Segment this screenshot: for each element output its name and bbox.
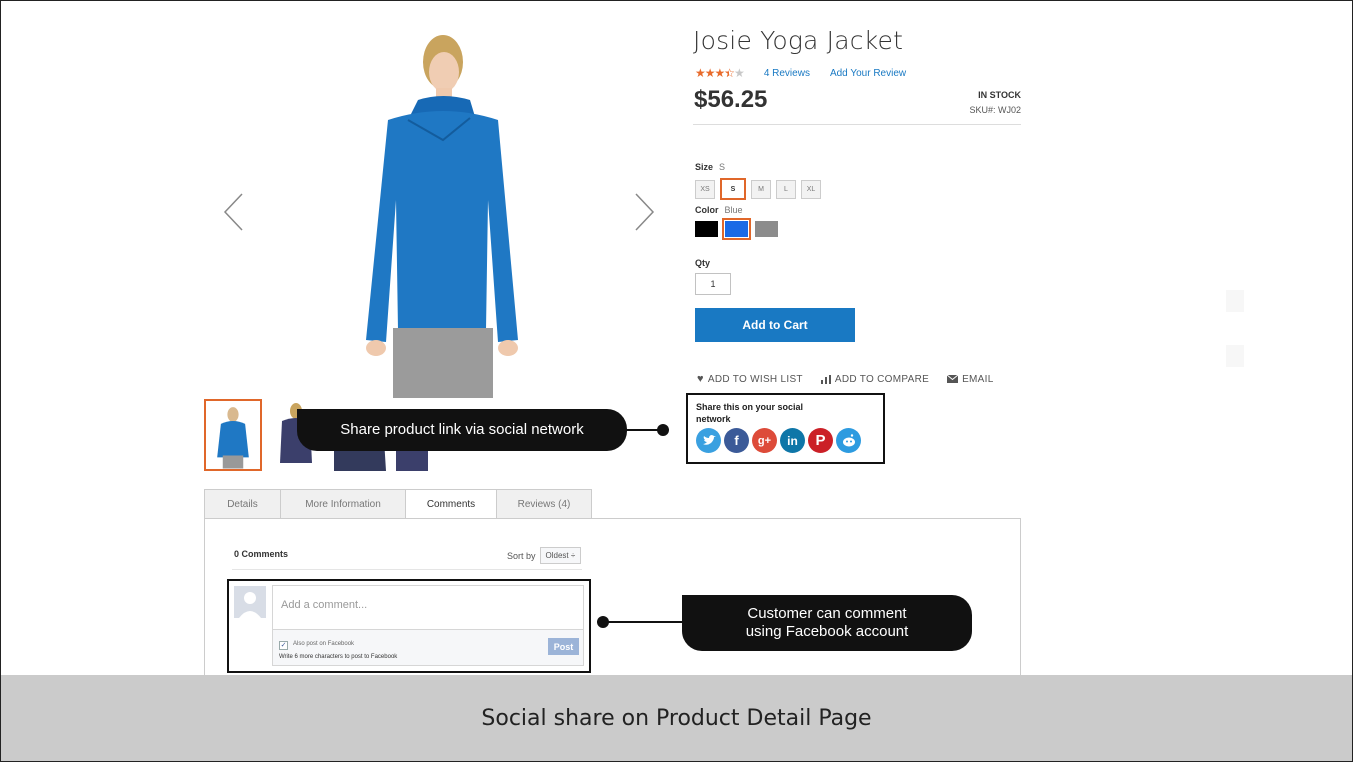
comment-callout-dot [597, 616, 609, 628]
comment-input[interactable]: Add a comment... [272, 585, 584, 630]
sort-select[interactable]: Oldest ÷ [539, 547, 582, 564]
wishlist-label: ADD TO WISH LIST [707, 373, 803, 385]
sku-value: WJ02 [997, 105, 1021, 115]
avatar [234, 586, 266, 618]
social-icons: f g+ in P [696, 428, 861, 453]
comment-sort: Sort by Oldest ÷ [507, 547, 582, 564]
rating-stars-icon: ★★★☆★★ [695, 66, 745, 80]
product-price: $56.25 [694, 86, 768, 113]
envelope-icon [947, 375, 959, 383]
comment-count: 0 Comments [234, 549, 289, 559]
facebook-comment-box: Add a comment... ✓ Also post on Facebook… [227, 579, 591, 673]
size-label: Size [695, 162, 714, 172]
add-to-wishlist-link[interactable]: ♥ ADD TO WISH LIST [697, 373, 803, 385]
sku-label: SKU#: [969, 105, 996, 115]
social-share-box: Share this on your social network f g+ i… [686, 393, 885, 464]
qty-input[interactable]: 1 [695, 273, 731, 295]
pinterest-icon[interactable]: P [808, 428, 833, 453]
add-review-link[interactable]: Add Your Review [830, 68, 906, 79]
product-tabs: Details More Information Comments Review… [204, 489, 592, 519]
comment-callout-connector [604, 621, 684, 623]
add-to-cart-button[interactable]: Add to Cart [695, 308, 855, 342]
tab-comments[interactable]: Comments [405, 489, 497, 519]
size-option-xs[interactable]: XS [695, 180, 715, 199]
caption-banner: Social share on Product Detail Page [1, 675, 1352, 761]
product-title: Josie Yoga Jacket [693, 26, 904, 55]
share-callout: Share product link via social network [297, 409, 627, 451]
color-swatch-black[interactable] [695, 221, 718, 237]
size-option-m[interactable]: M [751, 180, 771, 199]
gallery-next-arrow-icon[interactable] [632, 192, 656, 232]
color-options [695, 218, 778, 240]
qty-label: Qty [695, 258, 711, 268]
add-to-compare-link[interactable]: ADD TO COMPARE [820, 373, 930, 385]
compare-label: ADD TO COMPARE [834, 373, 930, 385]
facebook-icon[interactable]: f [724, 428, 749, 453]
post-to-facebook-checkbox[interactable]: ✓ [279, 641, 288, 650]
info-divider [693, 124, 1021, 125]
comment-footer: ✓ Also post on Facebook Write 6 more cha… [272, 630, 584, 666]
color-swatch-gray[interactable] [755, 221, 778, 237]
faint-artifact [1226, 345, 1244, 367]
comment-callout-line-2: using Facebook account [745, 623, 909, 640]
reviews-link[interactable]: 4 Reviews [764, 68, 810, 79]
twitter-icon[interactable] [696, 428, 721, 453]
share-callout-dot [657, 424, 669, 436]
caption-text: Social share on Product Detail Page [481, 705, 872, 731]
size-option-xl[interactable]: XL [801, 180, 821, 199]
comment-callout-line-1: Customer can comment [747, 605, 907, 622]
comment-divider [232, 569, 582, 570]
email-label: EMAIL [962, 373, 994, 385]
share-callout-text: Share product link via social network [340, 421, 584, 438]
tab-details[interactable]: Details [204, 489, 281, 518]
post-to-facebook-label: Also post on Facebook [293, 641, 355, 647]
size-option-l[interactable]: L [776, 180, 796, 199]
size-options: XS S M L XL [695, 178, 821, 200]
size-selected-value: S [719, 162, 726, 172]
comment-callout: Customer can comment using Facebook acco… [682, 595, 972, 651]
compare-bars-icon [820, 374, 831, 384]
tab-more-information[interactable]: More Information [280, 489, 406, 518]
size-option-s[interactable]: S [720, 178, 746, 200]
post-button[interactable]: Post [548, 638, 579, 655]
product-actions: ♥ ADD TO WISH LIST ADD TO COMPARE EMAIL [697, 373, 994, 385]
color-swatch-blue[interactable] [722, 218, 751, 240]
product-main-image [348, 30, 538, 398]
color-selected-value: Blue [724, 205, 743, 215]
color-label: Color [695, 205, 719, 215]
sku: SKU#: WJ02 [969, 105, 1021, 115]
tab-reviews[interactable]: Reviews (4) [496, 489, 592, 518]
thumbnail-1[interactable] [204, 399, 262, 471]
linkedin-icon[interactable]: in [780, 428, 805, 453]
heart-icon: ♥ [697, 373, 704, 385]
product-rating: ★★★☆★★ 4 Reviews Add Your Review [695, 66, 906, 80]
facebook-char-note: Write 6 more characters to post to Faceb… [279, 654, 398, 660]
gallery-prev-arrow-icon[interactable] [222, 192, 246, 232]
color-label-row: Color Blue [695, 205, 743, 215]
email-link[interactable]: EMAIL [947, 373, 994, 385]
faint-artifact [1226, 290, 1244, 312]
sort-label: Sort by [507, 550, 536, 561]
google-plus-icon[interactable]: g+ [752, 428, 777, 453]
size-label-row: Size S [695, 162, 725, 172]
share-label: Share this on your social network [696, 402, 804, 424]
stock-status: IN STOCK [978, 90, 1021, 100]
reddit-icon[interactable] [836, 428, 861, 453]
